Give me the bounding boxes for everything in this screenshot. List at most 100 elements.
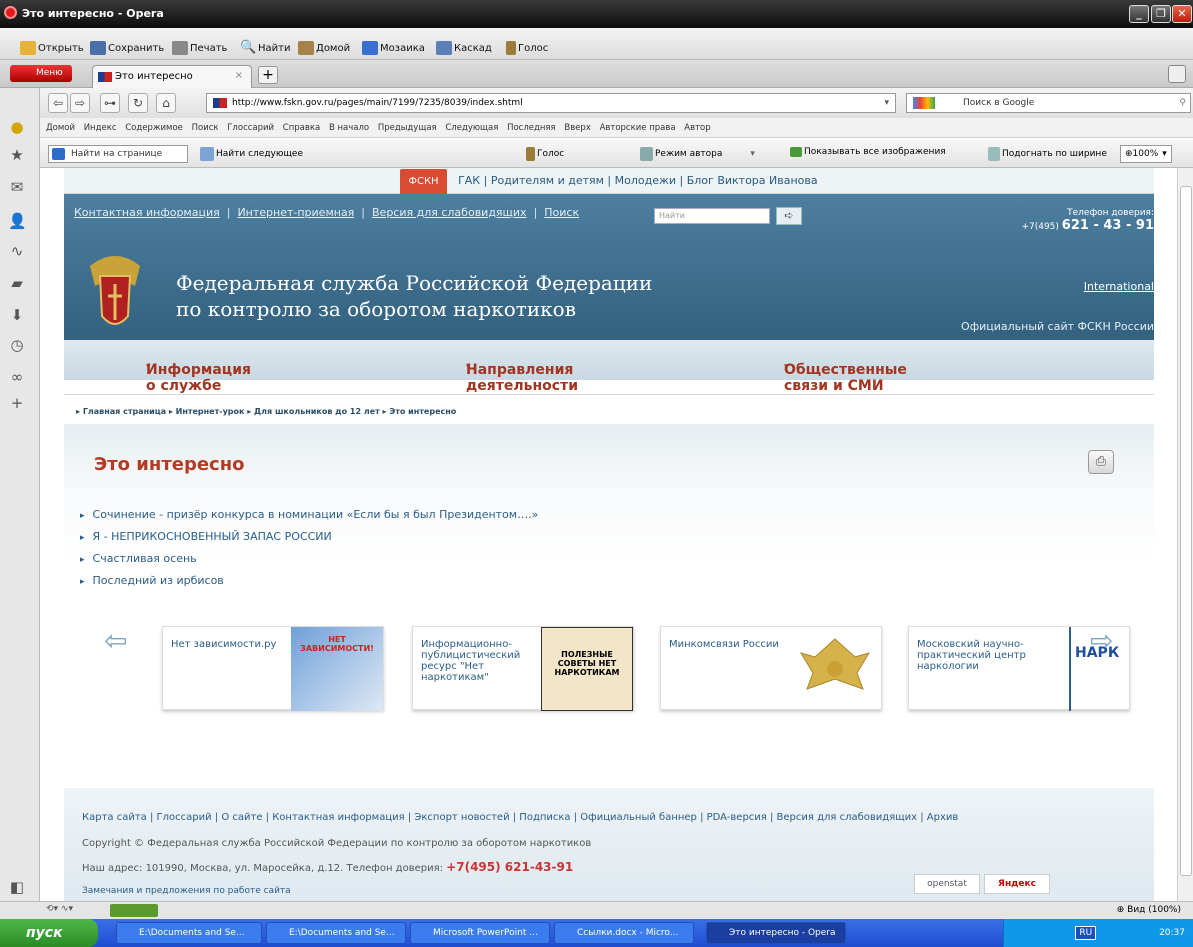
link-accessible[interactable]: Версия для слабовидящих	[372, 206, 527, 219]
topnav-youth[interactable]: Молодежи	[615, 174, 676, 187]
cascade-button[interactable]: Каскад	[436, 41, 492, 55]
nav-index[interactable]: Индекс	[84, 123, 117, 133]
breadcrumb-home[interactable]: Главная страница	[83, 407, 166, 416]
status-icons[interactable]: ⟲▾ ∿▾	[46, 904, 73, 914]
feedback-link[interactable]: Замечания и предложения по работе сайта	[82, 886, 291, 896]
nav-previous[interactable]: Предыдущая	[378, 123, 437, 133]
author-dropdown-icon[interactable]: ▾	[750, 149, 755, 159]
find-input[interactable]: Найти на странице	[48, 145, 188, 163]
nav-up[interactable]: Вверх	[564, 123, 591, 133]
feeds-panel-icon[interactable]: ∿	[8, 242, 26, 260]
search-input[interactable]: Поиск в Google ⚲	[906, 93, 1191, 113]
trash-icon[interactable]	[1168, 65, 1186, 83]
save-button[interactable]: Сохранить	[90, 41, 164, 55]
breadcrumb-kids[interactable]: Для школьников до 12 лет	[254, 407, 380, 416]
link-contacts[interactable]: Контактная информация	[74, 206, 220, 219]
forward-button[interactable]: ⇨	[70, 93, 90, 113]
nav-glossary[interactable]: Глоссарий	[227, 123, 274, 133]
tab-active[interactable]: Это интересно ×	[92, 65, 252, 88]
nav-search[interactable]: Поиск	[192, 123, 219, 133]
international-link[interactable]: International	[1084, 280, 1154, 293]
voice-find-button[interactable]: Голос	[526, 147, 564, 161]
nav-contents[interactable]: Содержимое	[125, 123, 183, 133]
zoom-select[interactable]: ⊕ 100% ▾	[1120, 145, 1172, 163]
add-panel-icon[interactable]: +	[8, 394, 26, 412]
nav-copyright[interactable]: Авторские права	[600, 123, 676, 133]
topnav-gak[interactable]: ГАК	[458, 174, 480, 187]
topnav-blog[interactable]: Блог Виктора Иванова	[687, 174, 818, 187]
contacts-panel-icon[interactable]: 👤	[8, 212, 27, 230]
site-search-input[interactable]: Найти	[654, 208, 770, 224]
window-title: Это интересно - Opera	[22, 7, 164, 20]
nav-help[interactable]: Справка	[283, 123, 320, 133]
url-input[interactable]: http://www.fskn.gov.ru/pages/main/7199/7…	[206, 93, 896, 113]
link-reception[interactable]: Интернет-приемная	[237, 206, 354, 219]
task-opera[interactable]: Это интересно - Opera	[706, 922, 846, 944]
carousel-prev-icon[interactable]: ⇦	[104, 624, 127, 657]
tile-button[interactable]: Мозаика	[362, 41, 425, 55]
article-link-irbis[interactable]: Последний из ирбисов	[80, 574, 538, 587]
yandex-metrika-counter[interactable]: Яндекс	[984, 874, 1050, 894]
start-button[interactable]: пуск	[0, 919, 98, 947]
banner-no-addiction[interactable]: Нет зависимости.ру НЕТ ЗАВИСИМОСТИ!	[162, 626, 384, 711]
find-next-button[interactable]: Найти следующее	[200, 147, 303, 161]
scroll-thumb[interactable]	[1180, 186, 1192, 876]
banner-minkomsvyaz[interactable]: Минкомсвязи России	[660, 626, 882, 710]
article-link-reserve[interactable]: Я - НЕПРИКОСНОВЕННЫЙ ЗАПАС РОССИИ	[80, 530, 538, 543]
dropdown-arrow-icon[interactable]: ▾	[884, 94, 889, 112]
article-link-essay[interactable]: Сочинение - призёр конкурса в номинации …	[80, 508, 539, 521]
language-indicator[interactable]: RU	[1075, 926, 1097, 940]
voice-button[interactable]: Голос	[506, 41, 548, 55]
open-button[interactable]: Открыть	[20, 41, 84, 55]
print-button[interactable]: Печать	[172, 41, 227, 55]
nav-first[interactable]: В начало	[329, 123, 369, 133]
show-images-button[interactable]: Показывать все изображения	[790, 147, 946, 157]
mail-panel-icon[interactable]: ✉	[8, 178, 26, 196]
downloads-panel-icon[interactable]: ⬇	[8, 306, 26, 324]
task-explorer-1[interactable]: E:\Documents and Se...	[116, 922, 262, 944]
home-nav-button[interactable]: ⌂	[156, 93, 176, 113]
author-mode-button[interactable]: Режим автора ▾	[640, 147, 755, 161]
article-link-autumn[interactable]: Счастливая осень	[80, 552, 538, 565]
task-explorer-2[interactable]: E:\Documents and Se...	[266, 922, 406, 944]
history-panel-icon[interactable]: ◷	[8, 336, 26, 354]
new-tab-button[interactable]: +	[258, 66, 278, 84]
task-powerpoint[interactable]: Microsoft PowerPoint ...	[410, 922, 550, 944]
notes-panel-icon[interactable]: ▰	[8, 274, 26, 292]
home-button[interactable]: Домой	[298, 41, 350, 55]
tab-close-icon[interactable]: ×	[235, 70, 243, 81]
nav-author[interactable]: Автор	[684, 123, 710, 133]
footer-links[interactable]: Карта сайта | Глоссарий | О сайте | Конт…	[82, 812, 958, 823]
print-page-button[interactable]: ⎙	[1088, 450, 1114, 474]
status-zoom[interactable]: ⊕ Вид (100%)	[1117, 905, 1181, 915]
banner-no-drugs[interactable]: Информационно-публицистический ресурс "Н…	[412, 626, 634, 711]
nav-last[interactable]: Последняя	[507, 123, 556, 133]
search-go-icon[interactable]: ⚲	[1179, 94, 1186, 112]
nav-home[interactable]: Домой	[46, 123, 75, 133]
task-word[interactable]: Ссылки.docx - Micro...	[554, 922, 694, 944]
speed-dial-icon[interactable]	[110, 904, 158, 917]
topnav-parents[interactable]: Родителям и детям	[491, 174, 604, 187]
find-button[interactable]: 🔍 Найти	[240, 41, 290, 55]
key-icon[interactable]: ⊶	[100, 93, 120, 113]
site-search-go-button[interactable]: ➪	[776, 207, 802, 225]
bulb-icon[interactable]: ●	[8, 118, 26, 136]
openstat-counter[interactable]: openstat	[914, 874, 980, 894]
nav-next[interactable]: Следующая	[445, 123, 498, 133]
system-tray: RU 20:37	[1003, 919, 1193, 947]
breadcrumb-lesson[interactable]: Интернет-урок	[176, 407, 245, 416]
links-panel-icon[interactable]: ∞	[8, 368, 26, 386]
bookmarks-panel-icon[interactable]: ★	[8, 146, 26, 164]
link-search[interactable]: Поиск	[544, 206, 579, 219]
fit-width-button[interactable]: Подогнать по ширине	[988, 147, 1107, 161]
vertical-scrollbar[interactable]	[1177, 168, 1193, 901]
reload-button[interactable]: ↻	[128, 93, 148, 113]
carousel-next-icon[interactable]: ⇨	[1090, 624, 1113, 657]
maximize-button[interactable]: ❐	[1151, 5, 1171, 23]
opera-menu-button[interactable]: Меню	[10, 65, 72, 82]
panel-toggle-icon[interactable]: ◧	[8, 878, 26, 896]
minimize-button[interactable]: _	[1129, 5, 1149, 23]
back-button[interactable]: ⇦	[48, 93, 68, 113]
close-button[interactable]: ✕	[1172, 5, 1192, 23]
topnav-fskn[interactable]: ФСКН	[400, 169, 447, 195]
